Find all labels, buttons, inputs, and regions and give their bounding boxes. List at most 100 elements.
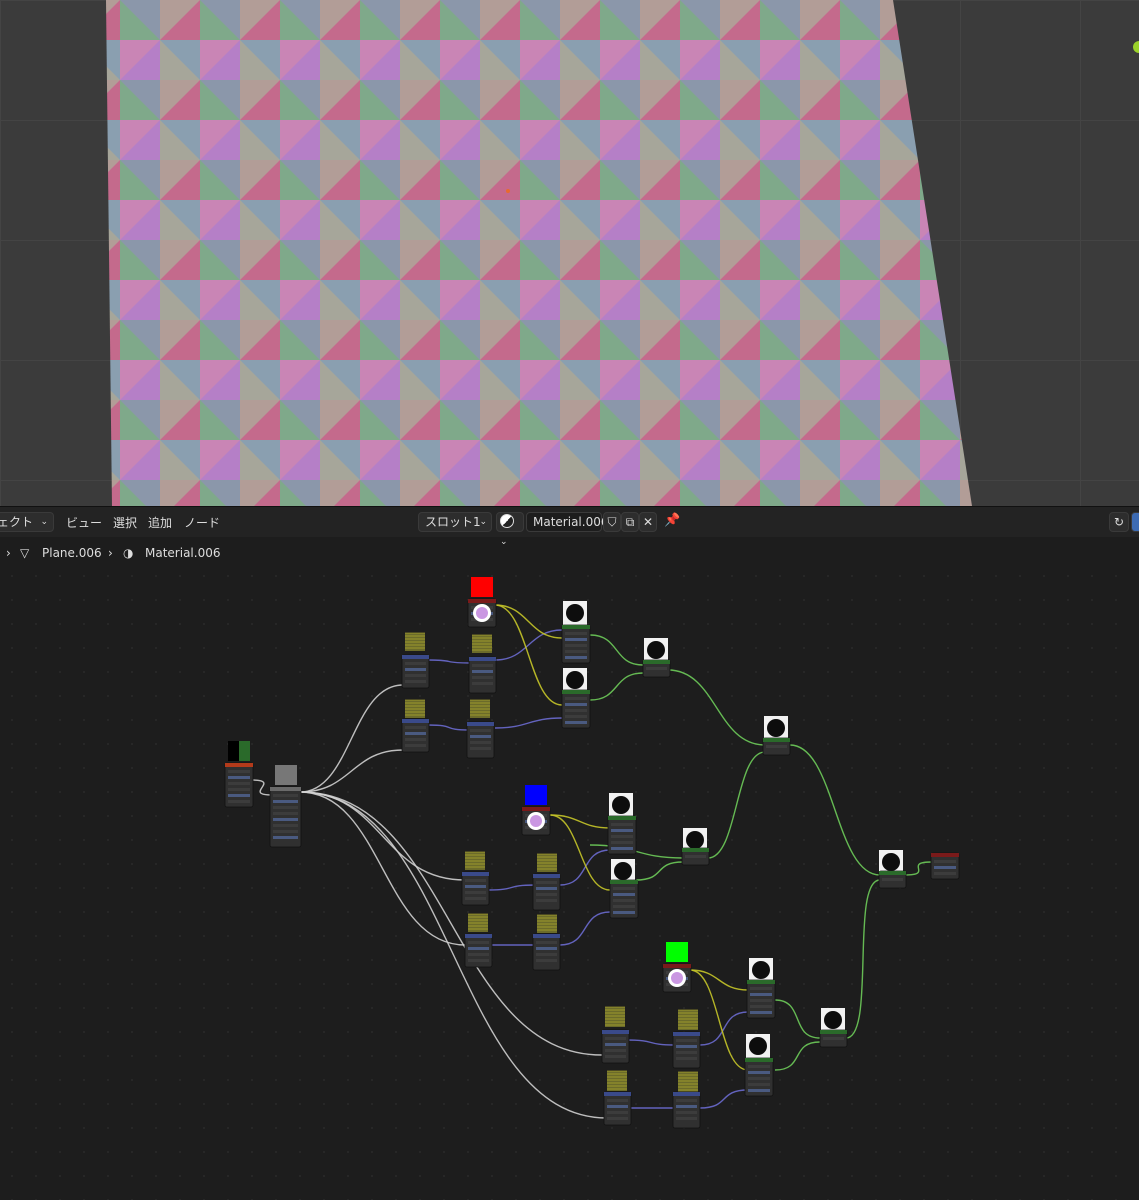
duplicate-material-button[interactable]: ⧉ <box>621 512 639 532</box>
node-wire <box>427 724 471 731</box>
mapping-preview <box>275 765 297 785</box>
red-color-node-wheel-inner <box>476 607 488 619</box>
vector-math-node-socket-row <box>605 1049 626 1052</box>
backdrop-toggle-button[interactable]: ↻ <box>1109 512 1129 532</box>
mix-shader-node-header <box>643 660 670 664</box>
red-color-node-header <box>468 599 496 603</box>
node-wire <box>299 791 466 881</box>
wave-texture-node <box>672 1031 701 1069</box>
node-wire <box>789 744 881 876</box>
wave-texture-node-socket-row <box>536 881 557 884</box>
overlay-toggle-button[interactable] <box>1131 512 1139 532</box>
fake-user-button[interactable]: ⛉ <box>603 512 621 532</box>
node-wire <box>299 684 404 793</box>
principled-bsdf-node-socket-row <box>565 703 587 706</box>
texture-coordinate-node-socket-row <box>228 782 250 785</box>
red-color-node-swatch <box>471 577 493 597</box>
node-wire <box>299 791 608 1119</box>
material-output-node-socket-row <box>934 866 956 869</box>
node-wire <box>251 779 273 796</box>
editor-type-button[interactable]: ェクト ⌄ <box>0 512 54 532</box>
node-wire <box>699 1089 749 1109</box>
material-name-field[interactable]: Material.006 <box>526 512 608 532</box>
texcoord-preview-dark <box>228 741 239 761</box>
mix-preview <box>882 853 900 871</box>
principled-bsdf-node-socket-row <box>565 715 587 718</box>
principled-bsdf-node-socket-row <box>748 1077 770 1080</box>
slot-dropdown[interactable]: スロット1 ⌄ <box>418 512 492 532</box>
node-wire <box>707 751 766 859</box>
texture-coordinate-node-socket-row <box>228 770 250 773</box>
node-wire <box>494 717 563 729</box>
chevron-down-icon: ⌄ <box>500 537 508 547</box>
principled-bsdf-node-socket-row <box>565 656 587 659</box>
vector-math-node <box>461 871 490 906</box>
wave-texture-node-header <box>469 657 496 661</box>
node-editor-header: ェクト ⌄ ビュー 選択 追加 ノード スロット1 ⌄ ⌄ Material.0… <box>0 506 1139 547</box>
vector-math-node-header <box>602 1030 629 1034</box>
wave-texture-node-socket-row <box>676 1111 697 1114</box>
node-wire <box>635 861 684 881</box>
principled-bsdf-node-header <box>562 625 590 629</box>
mix-shader-node-socket-row <box>646 667 667 670</box>
3d-viewport[interactable] <box>0 0 1139 506</box>
vector-math-node-socket-row <box>405 732 426 735</box>
close-icon: ✕ <box>642 515 654 529</box>
node-wire <box>589 634 644 666</box>
vector-math-node-socket-row <box>405 738 426 741</box>
node-editor-canvas[interactable] <box>0 564 1139 1200</box>
wave-texture-node-socket-row <box>472 664 493 667</box>
wave-texture-node <box>672 1091 701 1129</box>
principled-bsdf-node-header <box>747 980 775 984</box>
principled-bsdf-node-socket-row <box>611 835 633 838</box>
vector-math-node-socket-row <box>607 1105 628 1108</box>
vector-math-node-socket-row <box>468 947 489 950</box>
material-sphere-icon <box>500 514 514 528</box>
menu-view[interactable]: ビュー <box>66 514 102 531</box>
viewport-scene <box>106 0 1139 506</box>
principled-bsdf-node-socket-row <box>611 829 633 832</box>
principled-bsdf-node-socket-row <box>750 1005 772 1008</box>
vector-math-node-socket-row <box>607 1111 628 1114</box>
menu-add[interactable]: 追加 <box>148 514 172 531</box>
node-wire <box>626 1039 676 1046</box>
menu-select[interactable]: 選択 <box>113 514 137 531</box>
editor-type-label: ェクト <box>0 515 34 529</box>
material-browse-button[interactable]: ⌄ <box>496 512 524 547</box>
chevron-down-icon: ⌄ <box>40 517 48 527</box>
material-output-node-socket-row <box>934 872 956 875</box>
viewport-gizmo <box>1133 41 1139 53</box>
mesh-icon: ▽ <box>20 546 30 560</box>
node-wire <box>299 749 404 793</box>
menu-node[interactable]: ノード <box>184 514 220 531</box>
wave-texture-node-header <box>673 1032 700 1036</box>
wave-texture-node-header <box>467 722 494 726</box>
shield-icon: ⛉ <box>607 515 617 529</box>
wave-texture-node-socket-row <box>470 741 491 744</box>
unlink-material-button[interactable]: ✕ <box>639 512 657 532</box>
mapping-node-socket-row <box>273 806 298 809</box>
vector-math-node-socket-row <box>405 744 426 747</box>
wave-texture-node-header <box>533 874 560 878</box>
principled-bsdf-node-socket-row <box>613 893 635 896</box>
slot-label: スロット1 <box>425 515 481 529</box>
node-wire <box>774 999 821 1039</box>
wave-texture-node-socket-row <box>536 893 557 896</box>
wave-texture-node <box>532 873 561 911</box>
wave-texture-node-socket-row <box>676 1057 697 1060</box>
vector-math-node-socket-row <box>405 680 426 683</box>
vector-math-node <box>603 1091 632 1126</box>
node-wire <box>589 672 644 701</box>
vector-math-node-socket-row <box>405 674 426 677</box>
node-wire <box>904 861 933 876</box>
principled-bsdf-node-socket-row <box>565 697 587 700</box>
mapping-node-socket-row <box>273 794 298 797</box>
principled-bsdf-node-socket-row <box>611 841 633 844</box>
origin-point <box>506 189 510 193</box>
pin-icon[interactable]: 📌 <box>664 513 680 528</box>
wave-texture-node-socket-row <box>472 676 493 679</box>
mix-shader-node-header <box>879 871 906 875</box>
material-output-node-socket-row <box>934 860 956 863</box>
vector-math-node-socket-row <box>607 1099 628 1102</box>
refresh-icon: ↻ <box>1113 515 1125 529</box>
